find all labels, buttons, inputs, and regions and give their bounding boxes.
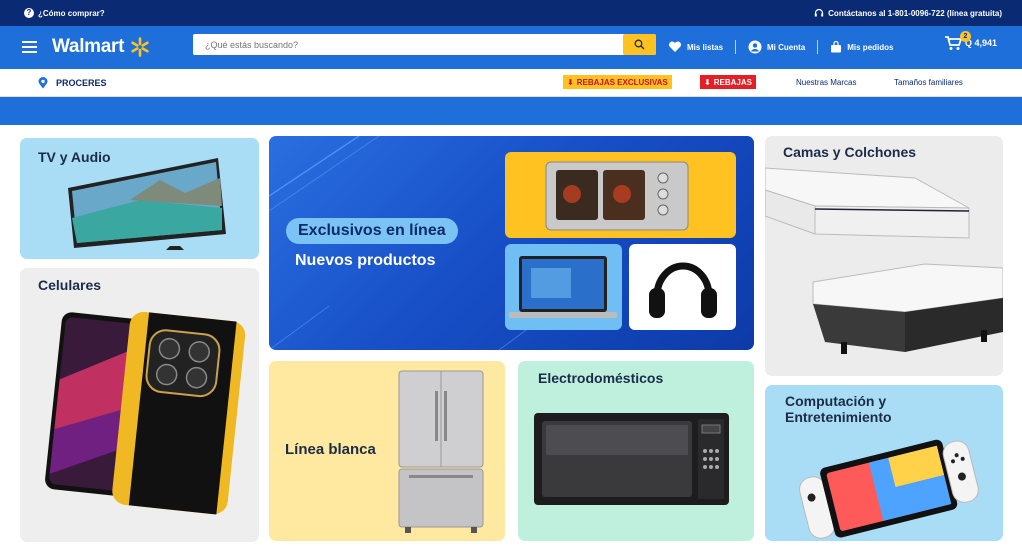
main-header: Walmart Mis listas Mi Cuenta: [0, 26, 1022, 69]
cart-button[interactable]: 2 Q 4,941: [944, 31, 997, 51]
search-icon: [634, 39, 645, 50]
hero-subtitle: Nuevos productos: [295, 252, 436, 269]
our-brands-link[interactable]: Nuestras Marcas: [796, 78, 856, 87]
game-console-image: [799, 439, 979, 539]
headset-icon: [814, 8, 824, 17]
sub-navigation: PROCERES ⬇ REBAJAS EXCLUSIVAS ⬇ REBAJAS …: [0, 69, 1022, 97]
my-account-link[interactable]: Mi Cuenta: [748, 40, 805, 54]
deals-link[interactable]: ⬇ REBAJAS: [700, 75, 756, 89]
arrow-down-icon: ⬇: [704, 77, 711, 87]
question-icon: ?: [24, 8, 34, 18]
how-to-buy-label: ¿Cómo comprar?: [38, 8, 105, 18]
category-card-phones[interactable]: Celulares: [20, 268, 259, 542]
category-card-white-line[interactable]: Línea blanca: [269, 361, 505, 541]
store-location-selector[interactable]: PROCERES: [38, 77, 107, 89]
search-input[interactable]: [193, 34, 623, 55]
category-card-beds[interactable]: Camas y Colchones: [765, 136, 1003, 376]
header-links: Mis listas Mi Cuenta Mis pedidos: [668, 40, 893, 54]
search-bar: [193, 34, 656, 55]
my-orders-label: Mis pedidos: [847, 42, 894, 52]
how-to-buy-link[interactable]: ? ¿Cómo comprar?: [24, 8, 105, 18]
menu-icon[interactable]: [22, 41, 37, 53]
family-sizes-link[interactable]: Tamaños familiares: [894, 78, 963, 87]
top-utility-bar: ? ¿Cómo comprar? Contáctanos al 1-801-00…: [0, 0, 1022, 26]
search-button[interactable]: [623, 34, 656, 55]
bag-icon: [831, 41, 842, 53]
hero-pill-label: Exclusivos en línea: [298, 222, 446, 239]
my-lists-link[interactable]: Mis listas: [668, 41, 723, 53]
promo-banner-strip[interactable]: [0, 97, 1022, 125]
category-card-appliances[interactable]: Electrodomésticos: [518, 361, 754, 541]
spark-icon: [131, 37, 149, 57]
refrigerator-image: [398, 370, 484, 533]
logo-wordmark: Walmart: [52, 36, 125, 57]
exclusive-deals-link[interactable]: ⬇ REBAJAS EXCLUSIVAS: [563, 75, 672, 89]
user-icon: [748, 40, 762, 54]
my-orders-link[interactable]: Mis pedidos: [830, 41, 893, 53]
walmart-logo[interactable]: Walmart: [52, 36, 151, 58]
tv-image: [68, 158, 226, 250]
category-card-tv-audio[interactable]: TV y Audio: [20, 138, 259, 259]
contact-label: Contáctanos al 1-801-0096-722 (línea gra…: [828, 8, 1002, 18]
store-location-label: PROCERES: [56, 78, 107, 88]
smartphone-image: [45, 311, 246, 515]
deals-label: REBAJAS: [713, 77, 752, 87]
arrow-down-icon: ⬇: [567, 77, 574, 87]
category-card-computing[interactable]: Computación y Entretenimiento: [765, 385, 1003, 541]
my-account-label: Mi Cuenta: [767, 42, 806, 52]
location-pin-icon: [38, 77, 48, 89]
exclusive-deals-label: REBAJAS EXCLUSIVAS: [576, 77, 668, 87]
hero-promo-card[interactable]: Exclusivos en línea Nuevos productos: [269, 136, 754, 350]
divider: [817, 40, 819, 54]
hero-pill: Exclusivos en línea: [286, 218, 458, 244]
my-lists-label: Mis listas: [687, 42, 724, 52]
mattress-image: [765, 167, 1003, 354]
heart-icon: [668, 41, 682, 52]
contact-link[interactable]: Contáctanos al 1-801-0096-722 (línea gra…: [814, 8, 1002, 18]
cart-count-badge: 2: [960, 31, 971, 42]
microwave-image: [534, 413, 729, 505]
divider: [735, 40, 737, 54]
